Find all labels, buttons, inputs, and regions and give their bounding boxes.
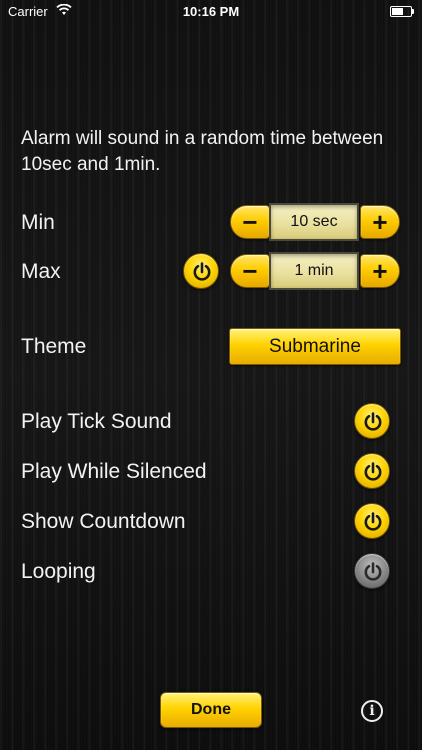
option-label-looping: Looping: [21, 560, 96, 583]
battery-icon: [390, 6, 414, 17]
power-icon: [364, 512, 382, 531]
max-decrement-button[interactable]: −: [230, 254, 270, 288]
toggle-play-tick-sound[interactable]: [354, 403, 390, 439]
background-texture: [0, 0, 422, 750]
option-label-show-countdown: Show Countdown: [21, 510, 186, 533]
toggle-play-while-silenced[interactable]: [354, 453, 390, 489]
theme-label: Theme: [21, 335, 87, 358]
power-icon: [364, 562, 382, 581]
option-label-play-while-silenced: Play While Silenced: [21, 460, 207, 483]
done-button[interactable]: Done: [160, 692, 262, 728]
max-toggle-button[interactable]: [183, 253, 219, 289]
max-increment-button[interactable]: +: [360, 254, 400, 288]
info-icon[interactable]: i: [361, 700, 383, 722]
description-text: Alarm will sound in a random time betwee…: [21, 128, 384, 175]
power-icon: [193, 262, 211, 281]
min-decrement-button[interactable]: −: [230, 205, 270, 239]
status-bar: Carrier 10:16 PM: [0, 0, 422, 22]
power-icon: [364, 412, 382, 431]
toggle-looping[interactable]: [354, 553, 390, 589]
power-icon: [364, 462, 382, 481]
theme-select-button[interactable]: Submarine: [229, 328, 401, 365]
toggle-show-countdown[interactable]: [354, 503, 390, 539]
max-label: Max: [21, 260, 61, 283]
clock-time: 10:16 PM: [182, 4, 240, 19]
option-label-play-tick-sound: Play Tick Sound: [21, 410, 172, 433]
max-value-display: 1 min: [269, 252, 359, 290]
min-label: Min: [21, 211, 55, 234]
min-value-display: 10 sec: [269, 203, 359, 241]
min-increment-button[interactable]: +: [360, 205, 400, 239]
